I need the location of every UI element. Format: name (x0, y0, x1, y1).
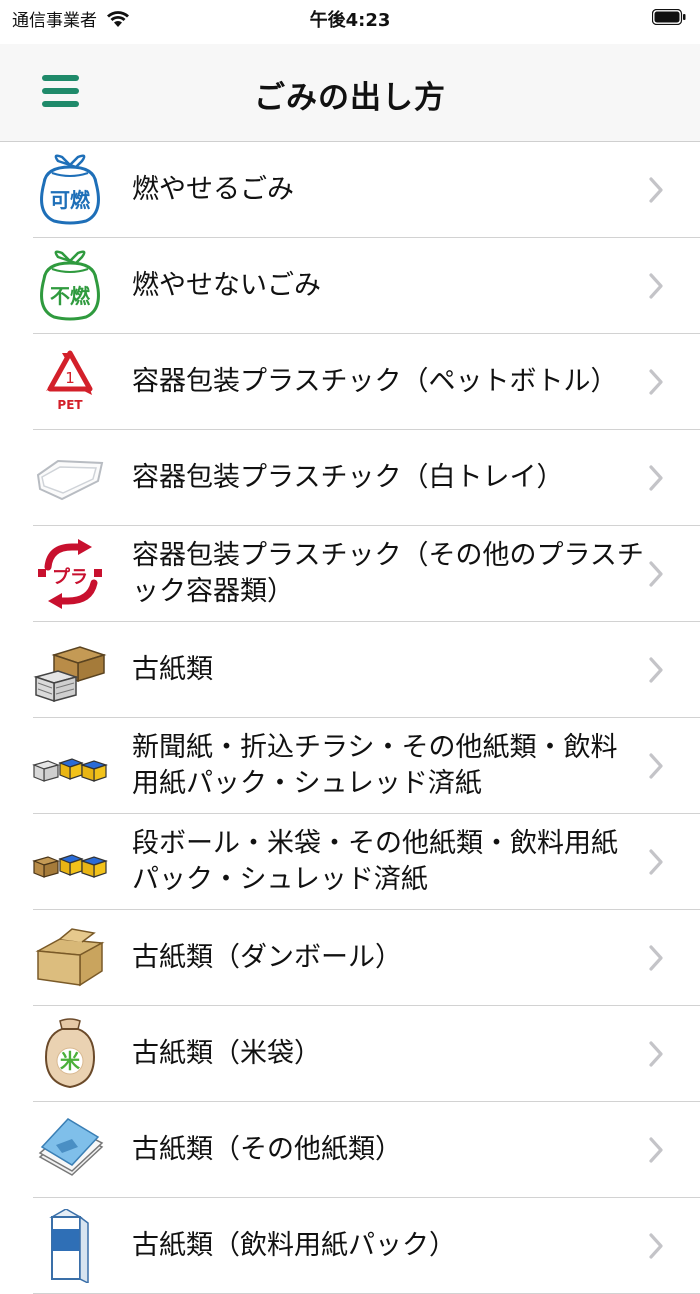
chevron-right-icon (649, 1233, 663, 1259)
svg-text:1: 1 (65, 369, 75, 387)
list-item-drink-carton[interactable]: 古紙類（飲料用紙パック） (0, 1198, 700, 1294)
list-item-label: 古紙類（ダンボール） (132, 942, 402, 973)
cardboard-bundles-icon (32, 854, 108, 878)
chevron-right-icon (649, 561, 663, 587)
list-item-label: 容器包装プラスチック（白トレイ） (132, 462, 564, 493)
svg-text:PET: PET (57, 398, 83, 412)
chevron-right-icon (649, 273, 663, 299)
status-time: 午後4:23 (309, 10, 391, 31)
svg-text:米: 米 (60, 1049, 81, 1073)
list-item-label: 古紙類（米袋） (132, 1038, 321, 1069)
paper-stack-icon (38, 1118, 104, 1176)
chevron-right-icon (649, 945, 663, 971)
rice-bag-icon: 米 (44, 1018, 96, 1089)
list-item-cardboard[interactable]: 古紙類（ダンボール） (0, 910, 700, 1006)
svg-text:プラ: プラ (52, 566, 88, 588)
chevron-right-icon (649, 1137, 663, 1163)
chevron-right-icon (649, 369, 663, 395)
list-item-rice-bag[interactable]: 米 古紙類（米袋） (0, 1006, 700, 1102)
garbage-category-list: 可燃 燃やせるごみ 不燃 燃やせないごみ 1 PET 容器包装プラスチック（ペッ… (0, 142, 700, 1294)
list-item-label: 段ボール・米袋・その他紙類・飲料用紙パック・シュレッド済紙 (132, 828, 618, 895)
list-item-nonburnable[interactable]: 不燃 燃やせないごみ (0, 238, 700, 334)
pet-recycle-icon: 1 PET (46, 350, 93, 412)
list-item-waste-paper[interactable]: 古紙類 (0, 622, 700, 718)
chevron-right-icon (649, 465, 663, 491)
list-item-pet-bottle[interactable]: 1 PET 容器包装プラスチック（ペットボトル） (0, 334, 700, 430)
milk-carton-icon (49, 1209, 89, 1283)
navigation-bar: ごみの出し方 (0, 44, 700, 142)
chevron-right-icon (649, 1041, 663, 1067)
list-item-other-paper[interactable]: 古紙類（その他紙類） (0, 1102, 700, 1198)
list-item-white-tray[interactable]: 容器包装プラスチック（白トレイ） (0, 430, 700, 526)
svg-text:不燃: 不燃 (50, 284, 91, 308)
chevron-right-icon (649, 753, 663, 779)
burnable-bag-icon: 可燃 (40, 154, 100, 225)
status-bar: 通信事業者 午後4:23 (0, 0, 700, 40)
page-title: ごみの出し方 (254, 80, 446, 116)
list-item-newspaper[interactable]: 新聞紙・折込チラシ・その他紙類・飲料用紙パック・シュレッド済紙 (0, 718, 700, 814)
chevron-right-icon (649, 657, 663, 683)
cardboard-box-icon (35, 928, 105, 987)
list-item-label: 燃やせないごみ (132, 270, 321, 301)
list-item-label: 容器包装プラスチック（ペットボトル） (132, 366, 618, 397)
list-item-label: 容器包装プラスチック（その他のプラスチック容器類） (132, 540, 644, 607)
list-item-label: 古紙類 (132, 654, 213, 685)
list-item-label: 燃やせるごみ (132, 174, 294, 205)
plastic-mark-icon: プラ (38, 539, 102, 609)
battery-icon (652, 9, 686, 25)
white-tray-icon (36, 459, 104, 501)
paper-bundles-icon (33, 646, 107, 703)
list-item-cardboard-rice[interactable]: 段ボール・米袋・その他紙類・飲料用紙パック・シュレッド済紙 (0, 814, 700, 910)
list-item-label: 古紙類（その他紙類） (132, 1134, 402, 1165)
nonburnable-bag-icon: 不燃 (40, 250, 100, 321)
list-item-burnable[interactable]: 可燃 燃やせるごみ (0, 142, 700, 238)
chevron-right-icon (649, 849, 663, 875)
list-item-other-plastic[interactable]: プラ 容器包装プラスチック（その他のプラスチック容器類） (0, 526, 700, 622)
chevron-right-icon (649, 177, 663, 203)
newspaper-bundles-icon (32, 758, 108, 782)
list-item-label: 新聞紙・折込チラシ・その他紙類・飲料用紙パック・シュレッド済紙 (132, 732, 618, 799)
svg-text:可燃: 可燃 (50, 188, 91, 212)
list-item-label: 古紙類（飲料用紙パック） (132, 1230, 456, 1261)
